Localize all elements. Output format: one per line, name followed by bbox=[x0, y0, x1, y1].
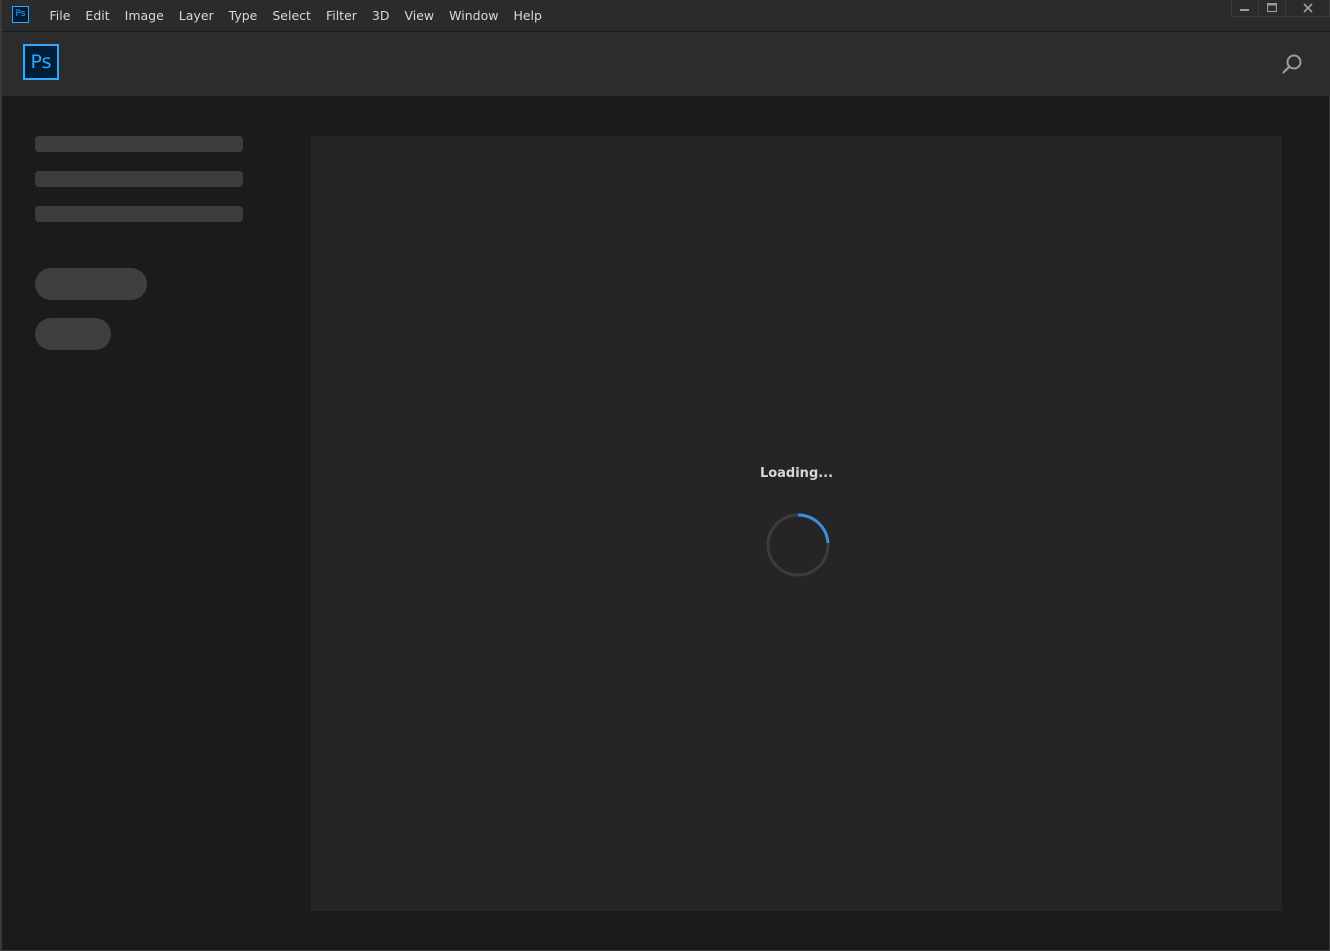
menu-bar: Ps File Edit Image Layer Type Select Fil… bbox=[2, 0, 1330, 32]
window-controls bbox=[1231, 0, 1330, 18]
menu-view[interactable]: View bbox=[397, 0, 442, 31]
search-icon bbox=[1282, 54, 1302, 74]
home-header: Ps bbox=[2, 32, 1330, 96]
menu-window[interactable]: Window bbox=[442, 0, 506, 31]
menu-help[interactable]: Help bbox=[506, 0, 550, 31]
maximize-button[interactable] bbox=[1258, 0, 1286, 17]
menu-3d[interactable]: 3D bbox=[364, 0, 397, 31]
skeleton-line bbox=[35, 136, 243, 152]
ps-logo[interactable]: Ps bbox=[23, 44, 59, 80]
menu-file[interactable]: File bbox=[42, 0, 78, 31]
skeleton-button bbox=[35, 318, 111, 350]
menu-layer[interactable]: Layer bbox=[171, 0, 221, 31]
app-icon[interactable]: Ps bbox=[12, 6, 29, 23]
menu-filter[interactable]: Filter bbox=[318, 0, 364, 31]
skeleton-line bbox=[35, 206, 243, 222]
minimize-button[interactable] bbox=[1231, 0, 1259, 17]
app-window: Ps File Edit Image Layer Type Select Fil… bbox=[0, 0, 1330, 951]
menu-type[interactable]: Type bbox=[221, 0, 265, 31]
skeleton-button bbox=[35, 268, 147, 300]
content-panel: Loading... bbox=[311, 136, 1282, 911]
maximize-icon bbox=[1267, 3, 1277, 13]
search-button[interactable] bbox=[1278, 50, 1306, 78]
skeleton-line bbox=[35, 171, 243, 187]
menu-edit[interactable]: Edit bbox=[78, 0, 117, 31]
minimize-icon bbox=[1240, 9, 1249, 11]
close-icon bbox=[1302, 3, 1313, 13]
menu-select[interactable]: Select bbox=[265, 0, 319, 31]
main-menu: File Edit Image Layer Type Select Filter… bbox=[42, 0, 549, 31]
loading-text: Loading... bbox=[759, 466, 834, 481]
close-button[interactable] bbox=[1285, 0, 1330, 17]
menu-image[interactable]: Image bbox=[117, 0, 171, 31]
loading-spinner-icon bbox=[766, 513, 830, 577]
